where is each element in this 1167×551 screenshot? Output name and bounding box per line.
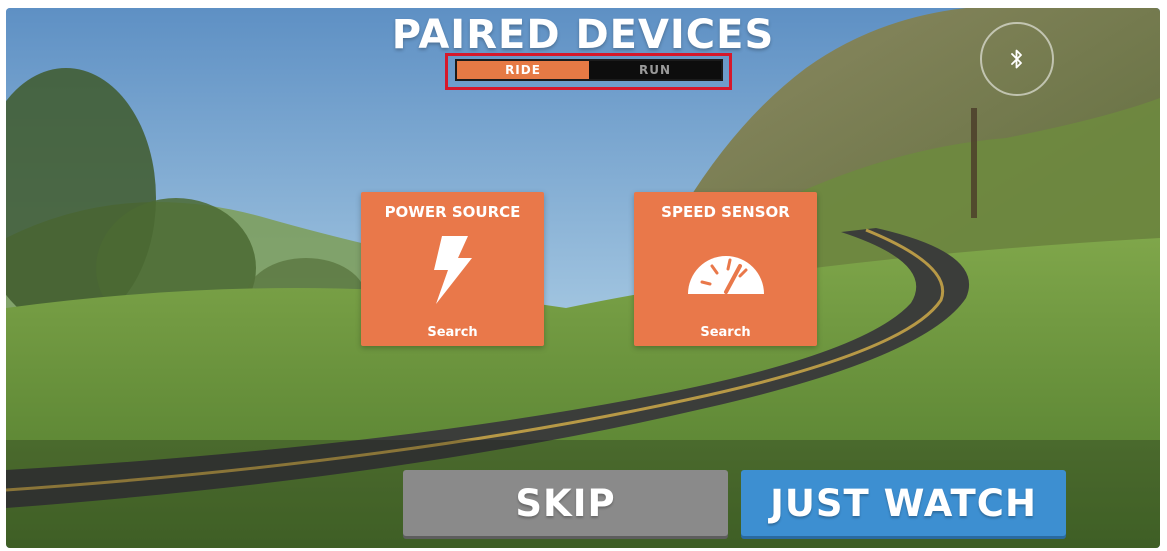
skip-button[interactable]: SKIP [403,470,728,536]
speed-sensor-search[interactable]: Search [634,325,817,340]
speedometer-icon [687,256,764,294]
tab-ride[interactable]: RIDE [457,61,589,79]
power-source-card[interactable]: POWER SOURCE Search [361,192,544,346]
speed-sensor-card[interactable]: SPEED SENSOR Search [634,192,817,346]
just-watch-button[interactable]: JUST WATCH [741,470,1066,536]
bluetooth-icon [1011,49,1022,69]
tab-run[interactable]: RUN [589,61,721,79]
bluetooth-button[interactable] [980,22,1054,96]
app-window: PAIRED DEVICES RIDE RUN POWER SOURCE Sea… [6,8,1160,548]
power-source-search[interactable]: Search [361,325,544,340]
speed-sensor-title: SPEED SENSOR [661,203,790,221]
mode-toggle: RIDE RUN [455,59,723,81]
power-source-title: POWER SOURCE [384,203,521,221]
lightning-bolt-icon [433,236,472,304]
